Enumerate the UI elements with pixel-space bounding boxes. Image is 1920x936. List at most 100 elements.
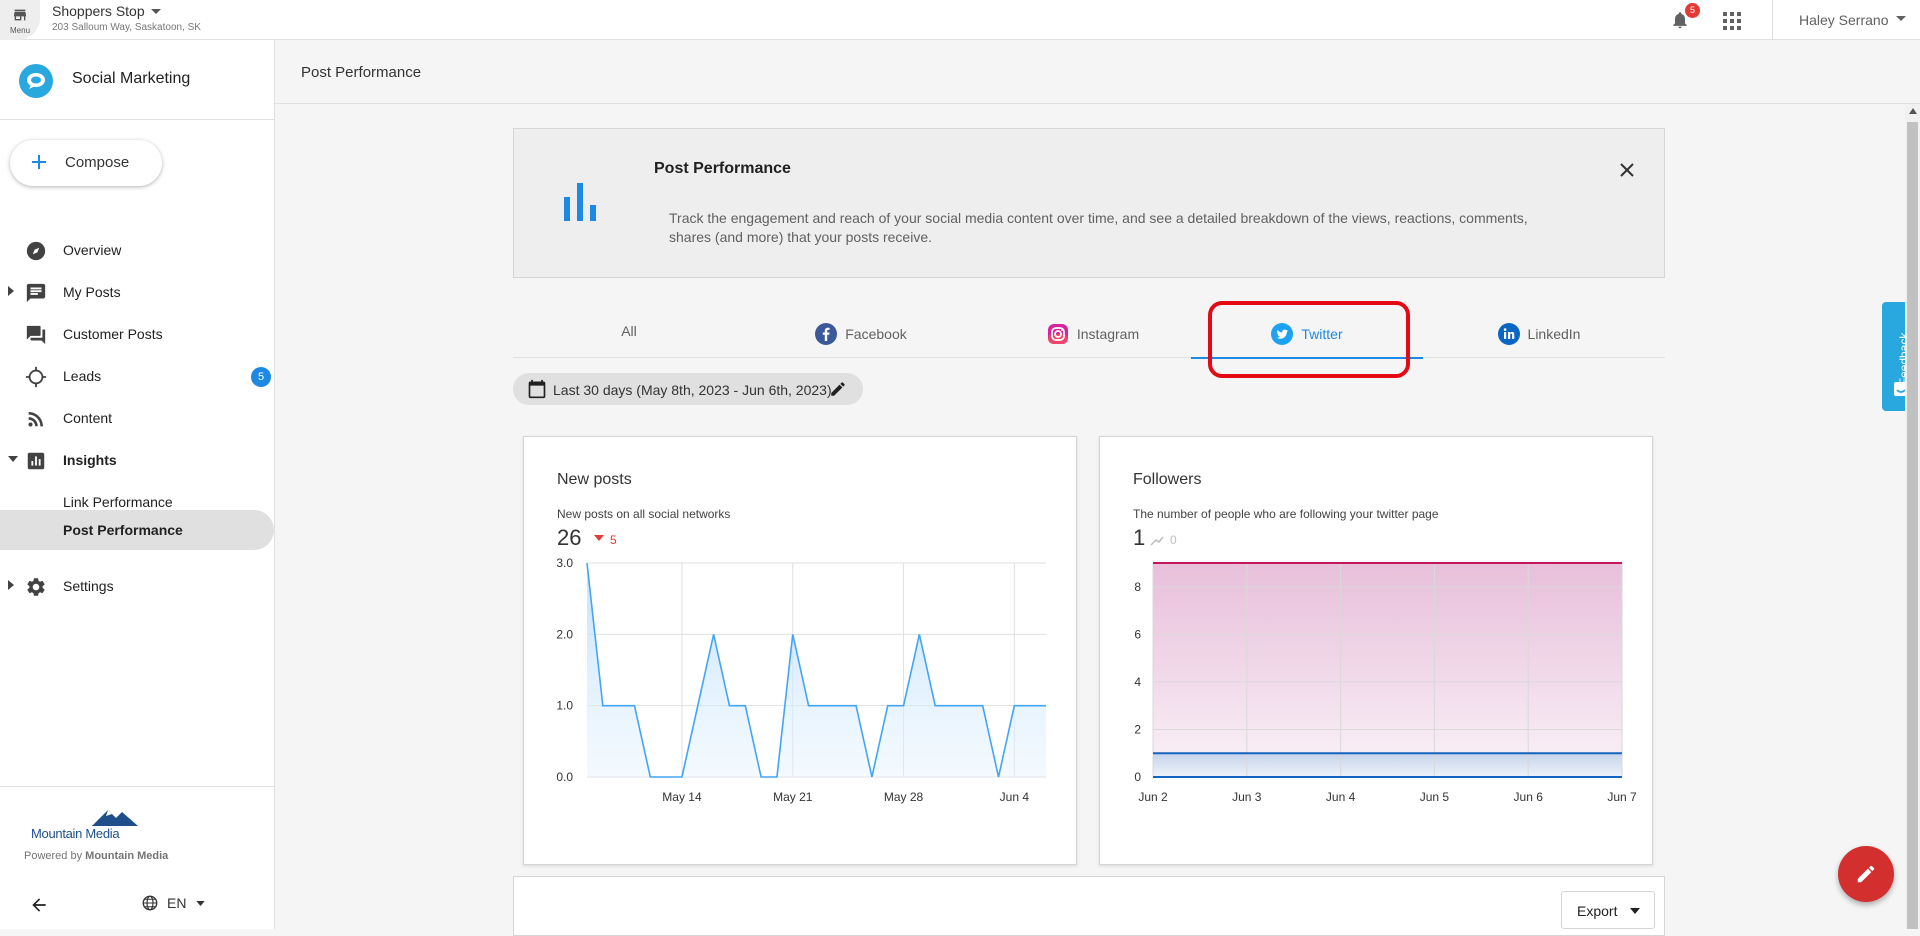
message-icon (26, 283, 46, 303)
x-tick-label: May 21 (773, 790, 813, 804)
x-tick-label: Jun 6 (1514, 790, 1544, 804)
gear-icon (27, 578, 45, 596)
calendar-icon (528, 379, 546, 399)
details-card (513, 876, 1665, 936)
caret-right-icon[interactable] (8, 286, 14, 296)
banner-description: Track the engagement and reach of your s… (669, 210, 1528, 245)
x-tick-label: May 28 (884, 790, 924, 804)
info-banner: Post Performance Track the engagement an… (513, 128, 1665, 278)
new-posts-card: New posts New posts on all social networ… (523, 436, 1077, 865)
close-icon[interactable] (1619, 162, 1635, 178)
sidebar-item-overview[interactable]: Overview (0, 230, 274, 270)
mountain-media-mountain-icon (92, 810, 138, 826)
tab-label: All (621, 323, 637, 339)
network-tabs: All Facebook Instagram Twitter LinkedIn (513, 310, 1665, 359)
edit-pencil-icon[interactable] (829, 380, 847, 398)
sidebar-item-label: Post Performance (63, 522, 183, 538)
insights-icon (27, 452, 45, 470)
tab-instagram[interactable]: Instagram (977, 310, 1209, 358)
sidebar-item-customer-posts[interactable]: Customer Posts (0, 314, 274, 354)
x-tick-label: Jun 4 (1326, 790, 1356, 804)
export-label: Export (1577, 903, 1618, 919)
facebook-icon (815, 323, 838, 345)
sidebar-item-label: Link Performance (63, 494, 173, 510)
top-bar: Menu Shoppers Stop 203 Salloum Way, Sask… (0, 0, 1920, 40)
forum-icon (26, 325, 46, 345)
followers-chart: 0 2 4 6 8 Jun 2 Jun 3 Jun 4 Jun 5 Jun 6 Jun 7 (1134, 562, 1637, 804)
y-tick-label: 2 (1134, 722, 1141, 736)
apps-grid-icon[interactable] (1723, 12, 1741, 30)
plus-icon (32, 155, 46, 169)
series-area (1153, 753, 1622, 777)
sidebar-item-label: Settings (63, 578, 114, 594)
x-tick-label: Jun 2 (1138, 790, 1168, 804)
followers-card: Followers The number of people who are f… (1099, 436, 1653, 865)
caret-down-icon[interactable] (8, 456, 18, 462)
twitter-tab-highlight (1208, 301, 1410, 378)
sidebar-item-content[interactable]: Content (0, 398, 274, 438)
card-delta: 5 (610, 533, 617, 547)
sidebar-item-label: Insights (63, 452, 117, 468)
card-title: New posts (557, 471, 632, 488)
sidebar-item-leads[interactable]: Leads 5 (0, 356, 274, 396)
scrollbar-thumb[interactable] (1907, 122, 1918, 929)
instagram-icon (1047, 324, 1068, 344)
compose-button[interactable]: Compose (10, 140, 162, 186)
tab-label: Facebook (845, 326, 907, 342)
sidebar-item-label: Content (63, 410, 113, 426)
compass-icon (26, 241, 46, 261)
brand-title: Social Marketing (72, 70, 191, 87)
user-name[interactable]: Haley Serrano (1799, 12, 1889, 28)
card-delta: 0 (1170, 533, 1177, 547)
chevron-down-icon[interactable] (150, 8, 162, 16)
card-title: Followers (1133, 471, 1202, 488)
linkedin-icon (1497, 323, 1520, 345)
language-selector[interactable]: EN (167, 895, 186, 911)
business-name[interactable]: Shoppers Stop (52, 3, 145, 19)
y-tick-label: 0 (1134, 770, 1141, 784)
caret-right-icon[interactable] (8, 580, 14, 590)
sidebar-item-my-posts[interactable]: My Posts (0, 272, 274, 312)
leads-count-badge: 5 (251, 367, 271, 387)
sidebar-item-label: Leads (63, 368, 102, 384)
powered-prefix: Powered by (24, 850, 86, 862)
sidebar-item-settings[interactable]: Settings (0, 566, 274, 606)
crosshair-icon (25, 366, 47, 388)
sidebar-item-label: Customer Posts (63, 326, 163, 342)
notification-badge: 5 (1685, 3, 1700, 18)
arrow-back-icon[interactable] (29, 895, 49, 915)
card-subtitle: New posts on all social networks (557, 507, 731, 521)
sidebar-item-label: My Posts (63, 284, 121, 300)
sidebar: Social Marketing Compose Overview My Pos… (0, 40, 275, 929)
tab-facebook[interactable]: Facebook (745, 310, 977, 358)
menu-button[interactable]: Menu (0, 0, 40, 40)
sidebar-item-insights[interactable]: Insights (0, 440, 274, 480)
tab-all[interactable]: All (513, 310, 745, 358)
y-tick-label: 8 (1134, 580, 1141, 594)
globe-icon[interactable] (141, 894, 159, 912)
export-button[interactable]: Export (1561, 891, 1655, 929)
trend-down-icon (594, 535, 604, 541)
sidebar-item-post-performance[interactable]: Post Performance (0, 510, 274, 550)
date-range-filter[interactable]: Last 30 days (May 8th, 2023 - Jun 6th, 2… (513, 373, 863, 405)
scroll-up-arrow-icon[interactable] (1909, 108, 1917, 114)
powered-brand: Mountain Media (85, 850, 169, 862)
chevron-down-icon[interactable] (196, 901, 205, 906)
x-tick-label: Jun 3 (1232, 790, 1262, 804)
series-area (587, 563, 1046, 777)
compose-fab-button[interactable] (1838, 846, 1894, 902)
divider (0, 119, 274, 120)
banner-title: Post Performance (654, 160, 791, 177)
menu-label: Menu (10, 26, 31, 35)
new-posts-chart: 0.0 1.0 2.0 3.0 May 14 May 21 May 28 Jun 4 (556, 556, 1046, 804)
rss-icon (28, 412, 43, 427)
series-area (1153, 563, 1622, 754)
y-tick-label: 0.0 (556, 770, 573, 784)
divider (1772, 0, 1773, 40)
x-tick-label: Jun 7 (1607, 790, 1637, 804)
x-tick-label: May 14 (662, 790, 702, 804)
tab-label: LinkedIn (1527, 326, 1581, 342)
y-tick-label: 4 (1134, 675, 1141, 689)
tab-linkedin[interactable]: LinkedIn (1423, 310, 1655, 358)
chevron-down-icon[interactable] (1896, 16, 1906, 22)
